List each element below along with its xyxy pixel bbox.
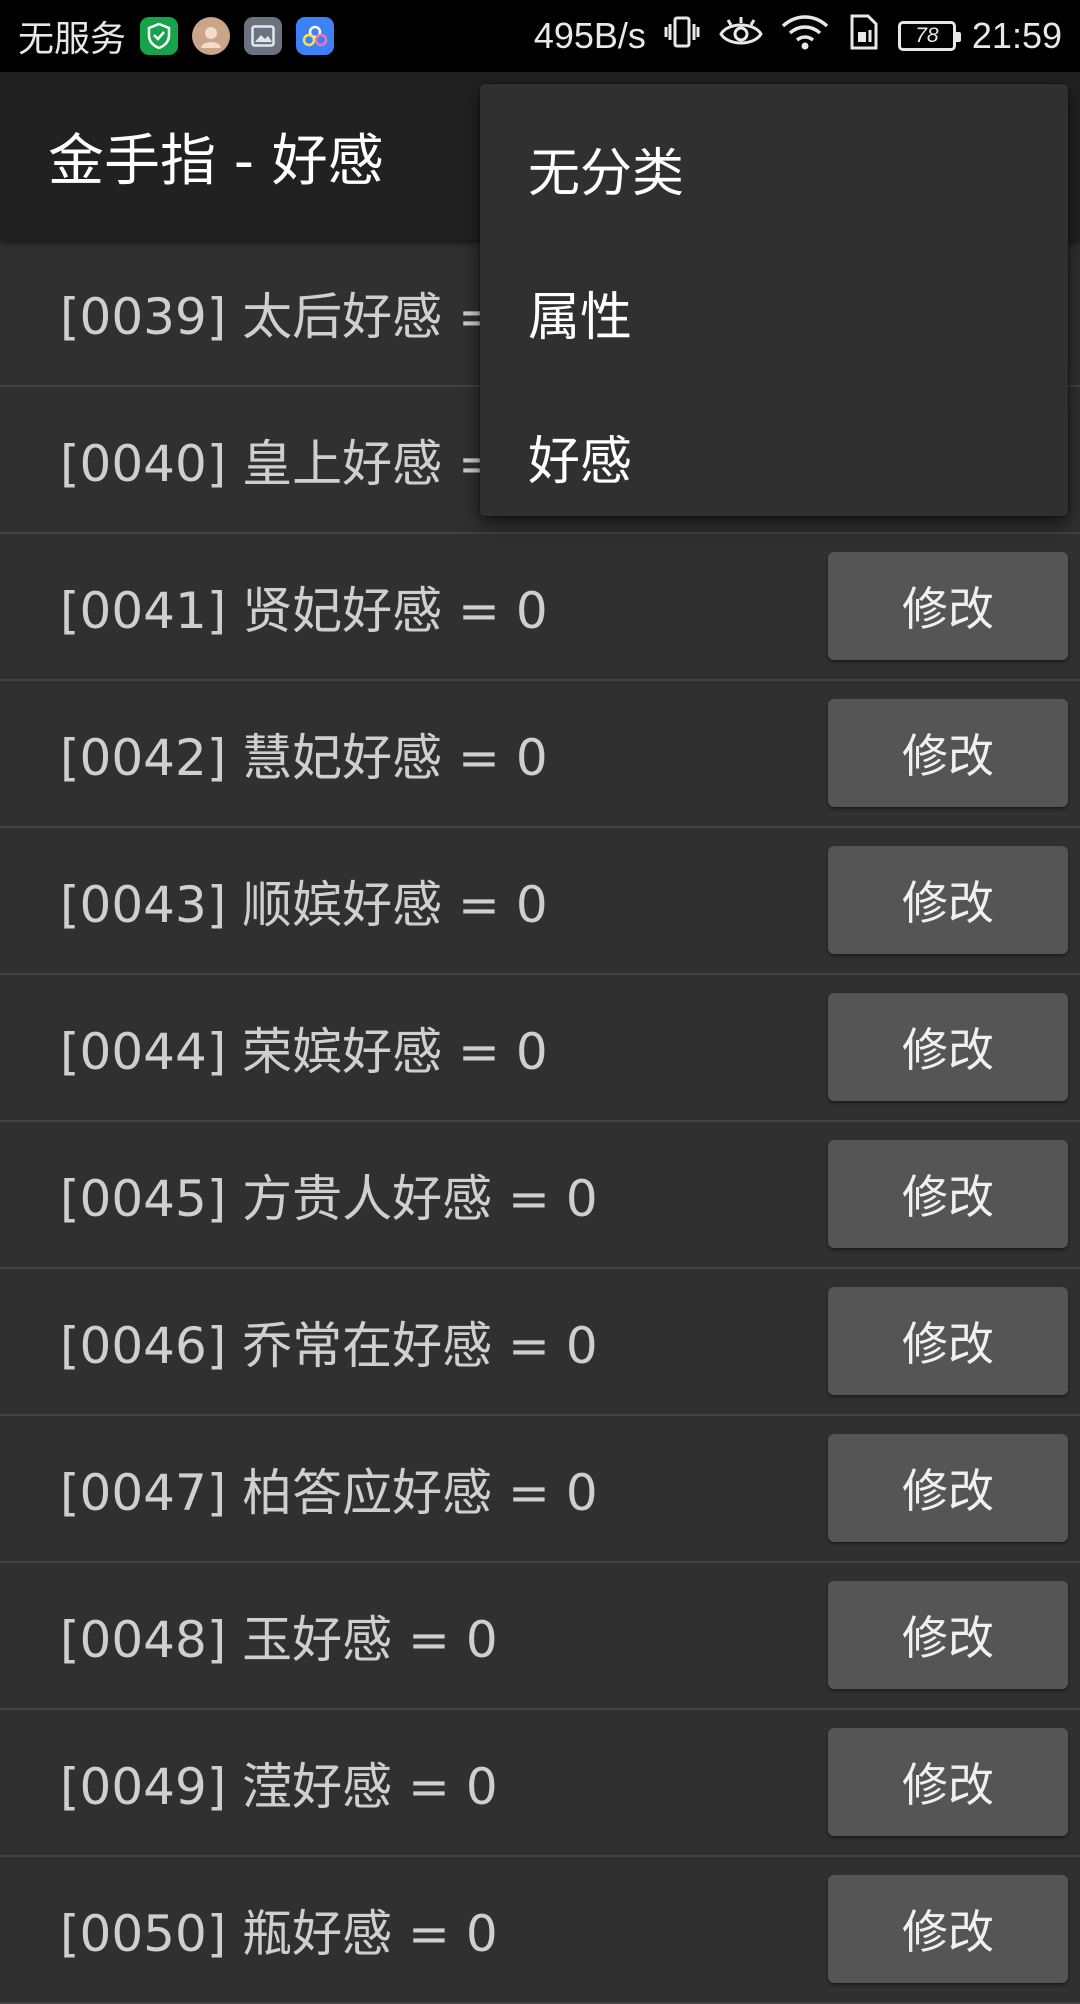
menu-item-uncategorized[interactable]: 无分类 (480, 96, 1068, 240)
battery-icon: 78 (897, 21, 961, 51)
list-item: [0043] 顺嫔好感 = 0 修改 (0, 828, 1080, 975)
list-item-label: [0044] 荣嫔好感 = 0 (60, 1022, 548, 1081)
modify-button[interactable]: 修改 (828, 1875, 1068, 1983)
list-item-label: [0045] 方贵人好感 = 0 (60, 1169, 598, 1228)
list-item-label: [0043] 顺嫔好感 = 0 (60, 875, 548, 934)
list-item-label: [0039] 太后好感 = 0 (60, 287, 548, 346)
list-item: [0045] 方贵人好感 = 0 修改 (0, 1122, 1080, 1269)
list-item-label: [0042] 慧妃好感 = 0 (60, 728, 548, 787)
modify-button[interactable]: 修改 (828, 1140, 1068, 1248)
list-item: [0048] 玉好感 = 0 修改 (0, 1563, 1080, 1710)
modify-button[interactable]: 修改 (828, 1728, 1068, 1836)
list-item: [0047] 柏答应好感 = 0 修改 (0, 1416, 1080, 1563)
list-item: [0044] 荣嫔好感 = 0 修改 (0, 975, 1080, 1122)
sim-icon (846, 12, 882, 61)
list-item-label: [0050] 瓶好感 = 0 (60, 1904, 498, 1963)
list-item: [0046] 乔常在好感 = 0 修改 (0, 1269, 1080, 1416)
wifi-icon (780, 12, 830, 61)
avatar-app-icon (192, 17, 231, 55)
list-item: [0050] 瓶好感 = 0 修改 (0, 1857, 1080, 2004)
modify-button[interactable]: 修改 (828, 1581, 1068, 1689)
menu-item-affection[interactable]: 好感 (480, 384, 1068, 528)
list-item-label: [0046] 乔常在好感 = 0 (60, 1316, 598, 1375)
modify-button[interactable]: 修改 (828, 552, 1068, 660)
modify-button[interactable]: 修改 (828, 699, 1068, 807)
menu-item-attributes[interactable]: 属性 (480, 240, 1068, 384)
list-item-label: [0048] 玉好感 = 0 (60, 1610, 498, 1669)
category-dropdown-menu: 无分类 属性 好感 (480, 84, 1068, 516)
shield-app-icon (140, 17, 179, 55)
clock: 21:59 (971, 15, 1062, 56)
network-speed: 495B/s (533, 15, 646, 56)
list-item-label: [0040] 皇上好感 = 0 (60, 434, 548, 493)
gallery-app-icon (244, 17, 283, 55)
carrier-label: 无服务 (18, 18, 127, 59)
status-bar-right: 495B/s 78 21:59 (534, 0, 1062, 72)
list-item-label: [0041] 贤妃好感 = 0 (60, 581, 548, 640)
status-bar: 无服务 495B/s 78 21:59 (0, 0, 1080, 72)
vibrate-icon (662, 12, 702, 61)
modify-button[interactable]: 修改 (828, 1287, 1068, 1395)
eye-icon (718, 12, 764, 61)
list-item-label: [0049] 滢好感 = 0 (60, 1757, 498, 1816)
list-item: [0049] 滢好感 = 0 修改 (0, 1710, 1080, 1857)
battery-level: 78 (915, 24, 939, 47)
page-title: 金手指 - 好感 (48, 128, 384, 194)
modify-button[interactable]: 修改 (828, 846, 1068, 954)
status-bar-left: 无服务 (18, 0, 335, 72)
modify-button[interactable]: 修改 (828, 1434, 1068, 1542)
modify-button[interactable]: 修改 (828, 993, 1068, 1101)
list-item: [0041] 贤妃好感 = 0 修改 (0, 534, 1080, 681)
baidu-app-icon (296, 17, 335, 55)
list-item: [0042] 慧妃好感 = 0 修改 (0, 681, 1080, 828)
list-item-label: [0047] 柏答应好感 = 0 (60, 1463, 598, 1522)
